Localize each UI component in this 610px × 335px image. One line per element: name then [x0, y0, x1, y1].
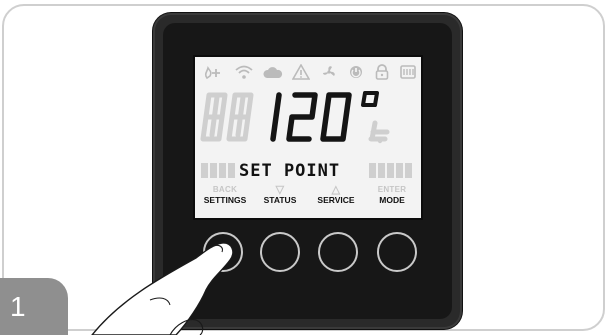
back-label: BACK [212, 185, 238, 194]
service-key-label: △ SERVICE [309, 184, 363, 206]
decimal-point [377, 138, 383, 144]
segment-readout [200, 91, 390, 144]
mode-button[interactable] [377, 232, 417, 272]
mode-label: SET POINT [239, 161, 341, 181]
mode-key-label: ENTER MODE [367, 185, 417, 205]
up-arrow-icon: △ [331, 184, 341, 196]
unit-indicator [361, 91, 379, 107]
settings-key-label: BACK SETTINGS [199, 185, 251, 205]
mode-label-text: MODE [379, 195, 405, 205]
active-digits [270, 92, 352, 142]
status-key-label: ▽ STATUS [257, 184, 303, 206]
status-label: STATUS [263, 195, 297, 205]
status-button[interactable] [260, 232, 300, 272]
down-arrow-icon: ▽ [275, 184, 285, 196]
settings-label: SETTINGS [203, 195, 247, 205]
instruction-illustration: SET POINT BACK SETTINGS ▽ STATUS △ SERVI… [0, 0, 610, 335]
service-button[interactable] [318, 232, 358, 272]
service-label: SERVICE [317, 195, 355, 205]
lcd-display: SET POINT BACK SETTINGS ▽ STATUS △ SERVI… [193, 55, 423, 220]
settings-button[interactable] [203, 232, 243, 272]
enter-label: ENTER [377, 185, 407, 194]
step-number-badge: 1 [0, 278, 68, 335]
